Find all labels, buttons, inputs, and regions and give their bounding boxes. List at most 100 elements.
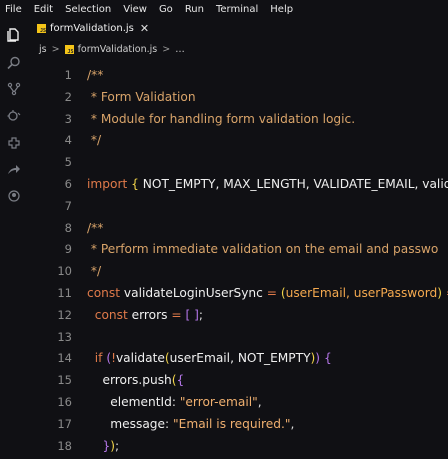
code-token: =: [442, 286, 448, 300]
line-number: 11: [57, 286, 72, 300]
code-token: * Module for handling form validation lo…: [87, 111, 356, 126]
activity-bar: [0, 18, 29, 459]
tab-label: formValidation.js: [50, 22, 134, 34]
code-token: {: [323, 351, 332, 366]
code-token: "error-email": [179, 395, 258, 409]
breadcrumb-file[interactable]: formValidation.js: [78, 44, 158, 55]
menu-run[interactable]: Run: [185, 4, 204, 15]
code-token: }: [87, 438, 111, 453]
line-number: 18: [57, 438, 72, 453]
account-icon[interactable]: [7, 189, 21, 203]
menu-selection[interactable]: Selection: [65, 4, 111, 15]
line-number: 3: [64, 111, 72, 126]
code-token: ;: [198, 307, 203, 322]
code-token: userEmail, NOT_EMPTY: [169, 351, 311, 366]
code-token: {: [176, 373, 185, 388]
code-token: =: [262, 286, 281, 300]
code-text: * Form Validation: [87, 86, 196, 108]
code-text: */: [87, 260, 101, 282]
code-token: NOT_EMPTY, MAX_LENGTH, VALIDATE_EMAIL, v…: [142, 177, 448, 191]
code-text: errors.push({: [87, 369, 184, 391]
line-number: 10: [57, 264, 72, 279]
code-token: * Perform immediate validation on the em…: [87, 242, 439, 257]
tab-bar: formValidation.js ✕: [29, 18, 448, 38]
code-editor[interactable]: 1 /** 2 * Form Validation 3 * Module for ha…: [29, 64, 448, 459]
code-text: import { NOT_EMPTY, MAX_LENGTH, VALIDATE…: [87, 173, 448, 195]
code-token: const: [87, 307, 132, 322]
line-number: 13: [57, 329, 72, 344]
line-number: 7: [64, 198, 72, 213]
code-token: validateLoginUserSync: [123, 286, 263, 300]
extensions-icon[interactable]: [7, 136, 21, 150]
code-text: * Module for handling form validation lo…: [87, 108, 355, 130]
code-text: if (!validate(userEmail, NOT_EMPTY)) {: [87, 347, 332, 369]
code-token: =: [167, 307, 186, 322]
code-text: });: [87, 435, 119, 457]
code-token: [ ]: [185, 307, 199, 322]
menu-bar: File Edit Selection View Go Run Terminal…: [0, 0, 448, 18]
javascript-file-icon: [64, 44, 74, 55]
line-number: 17: [57, 416, 72, 431]
code-text: */: [87, 129, 101, 151]
line-number: 8: [64, 220, 72, 235]
code-text: const errors = [ ];: [87, 304, 203, 326]
chevron-right-icon: >: [51, 43, 60, 55]
menu-terminal[interactable]: Terminal: [216, 4, 258, 15]
line-number: 6: [64, 177, 72, 191]
code-token: validate: [115, 351, 165, 366]
code-text: const validateLoginUserSync = (userEmail…: [87, 282, 448, 304]
line-number: 9: [64, 242, 72, 257]
code-token: push: [142, 373, 172, 388]
code-token: */: [87, 133, 102, 148]
menu-view[interactable]: View: [123, 4, 147, 15]
menu-edit[interactable]: Edit: [34, 4, 53, 15]
code-token: message: [87, 416, 166, 431]
breadcrumb-more[interactable]: …: [175, 44, 185, 55]
code-token: :: [171, 395, 180, 409]
code-token: ,: [257, 395, 262, 409]
code-text: * Perform immediate validation on the em…: [87, 238, 439, 260]
line-number: 2: [64, 89, 72, 104]
code-token: import: [87, 177, 132, 191]
code-token: */: [87, 264, 102, 279]
code-token: :: [165, 416, 174, 431]
chevron-right-icon: >: [162, 43, 171, 55]
code-token: errors: [87, 373, 139, 388]
code-token: elementId: [87, 395, 172, 409]
code-text: /**: [87, 64, 103, 86]
code-text: /**: [87, 217, 103, 239]
code-token: errors: [131, 307, 168, 322]
code-token: /**: [87, 220, 104, 235]
line-number: 1: [64, 68, 72, 82]
line-number: 14: [57, 351, 72, 366]
files-icon[interactable]: [7, 28, 21, 42]
search-icon[interactable]: [7, 56, 21, 70]
menu-help[interactable]: Help: [270, 4, 293, 15]
remote-icon[interactable]: [7, 163, 21, 177]
close-icon[interactable]: ✕: [140, 22, 149, 35]
breadcrumb: js > formValidation.js > …: [29, 40, 448, 58]
line-number: 5: [64, 155, 72, 170]
code-token: * Form Validation: [87, 89, 196, 104]
line-number: 4: [64, 133, 72, 148]
debug-icon[interactable]: [7, 109, 21, 123]
breadcrumb-folder[interactable]: js: [39, 44, 47, 55]
code-token: if: [87, 351, 107, 366]
line-number: 15: [57, 373, 72, 388]
code-token: /**: [87, 68, 104, 82]
code-token: {: [131, 177, 143, 191]
code-token: ;: [115, 438, 120, 453]
source-control-icon[interactable]: [7, 82, 21, 96]
line-number: 16: [57, 395, 72, 409]
code-token: ,: [290, 416, 295, 431]
tab-formvalidation[interactable]: formValidation.js ✕: [29, 18, 157, 38]
code-text: message: "Email is required.",: [87, 413, 294, 435]
code-text: elementId: "error-email",: [87, 391, 262, 413]
menu-go[interactable]: Go: [159, 4, 173, 15]
code-token: const: [87, 286, 124, 300]
javascript-file-icon: [37, 23, 46, 34]
line-number: 12: [57, 307, 72, 322]
code-token: "Email is required.": [173, 416, 291, 431]
code-token: userEmail, userPassword: [285, 286, 438, 300]
menu-file[interactable]: File: [5, 4, 22, 15]
